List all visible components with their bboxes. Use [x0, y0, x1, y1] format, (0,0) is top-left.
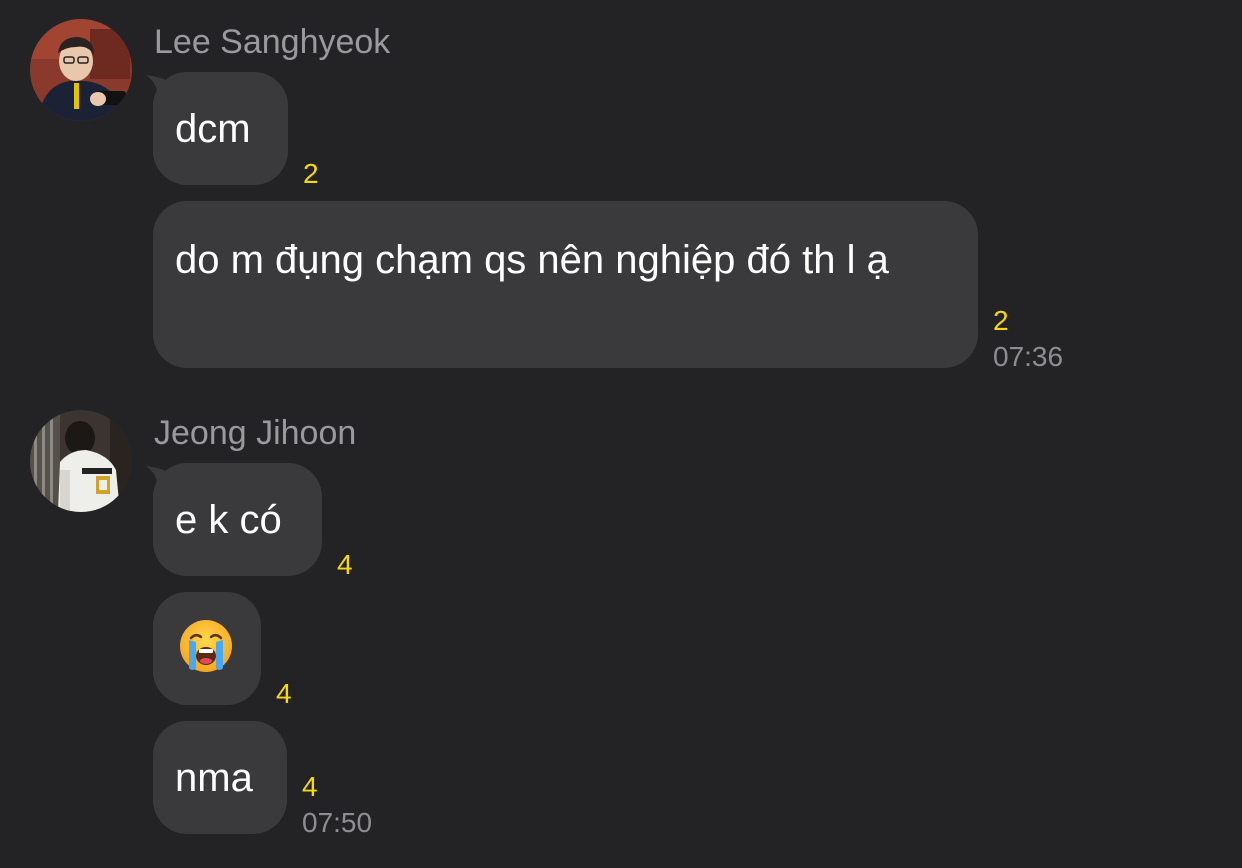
- sender-name: Lee Sanghyeok: [154, 23, 391, 61]
- unread-count: 2: [993, 305, 1009, 336]
- jeong-jihoon-avatar[interactable]: [30, 410, 132, 512]
- message-bubble[interactable]: do m đụng chạm qs nên nghiệp đó th l ạ: [153, 201, 978, 368]
- message-text: e k có: [175, 498, 282, 542]
- message-bubble[interactable]: e k có: [153, 463, 322, 576]
- timestamp: 07:36: [993, 341, 1064, 372]
- unread-count: 4: [276, 678, 292, 709]
- timestamp: 07:50: [302, 807, 373, 838]
- message-bubble[interactable]: nma: [153, 721, 287, 834]
- unread-count: 2: [303, 158, 319, 189]
- message-bubble[interactable]: [153, 592, 261, 705]
- message-text: dcm: [175, 107, 251, 151]
- unread-count: 4: [302, 771, 318, 802]
- message-text: do m đụng chạm qs nên nghiệp đó th l ạ: [175, 238, 889, 282]
- lee-sanghyeok-avatar[interactable]: [30, 19, 132, 121]
- message-text: nma: [175, 756, 253, 800]
- unread-count: 4: [337, 549, 353, 580]
- message-bubble[interactable]: dcm: [153, 72, 288, 185]
- loudly-crying-face-emoji: [178, 618, 261, 688]
- chat-view: Lee Sanghyeok dcm 2 do m đụng chạm qs nê…: [0, 0, 1242, 868]
- sender-name: Jeong Jihoon: [154, 414, 357, 452]
